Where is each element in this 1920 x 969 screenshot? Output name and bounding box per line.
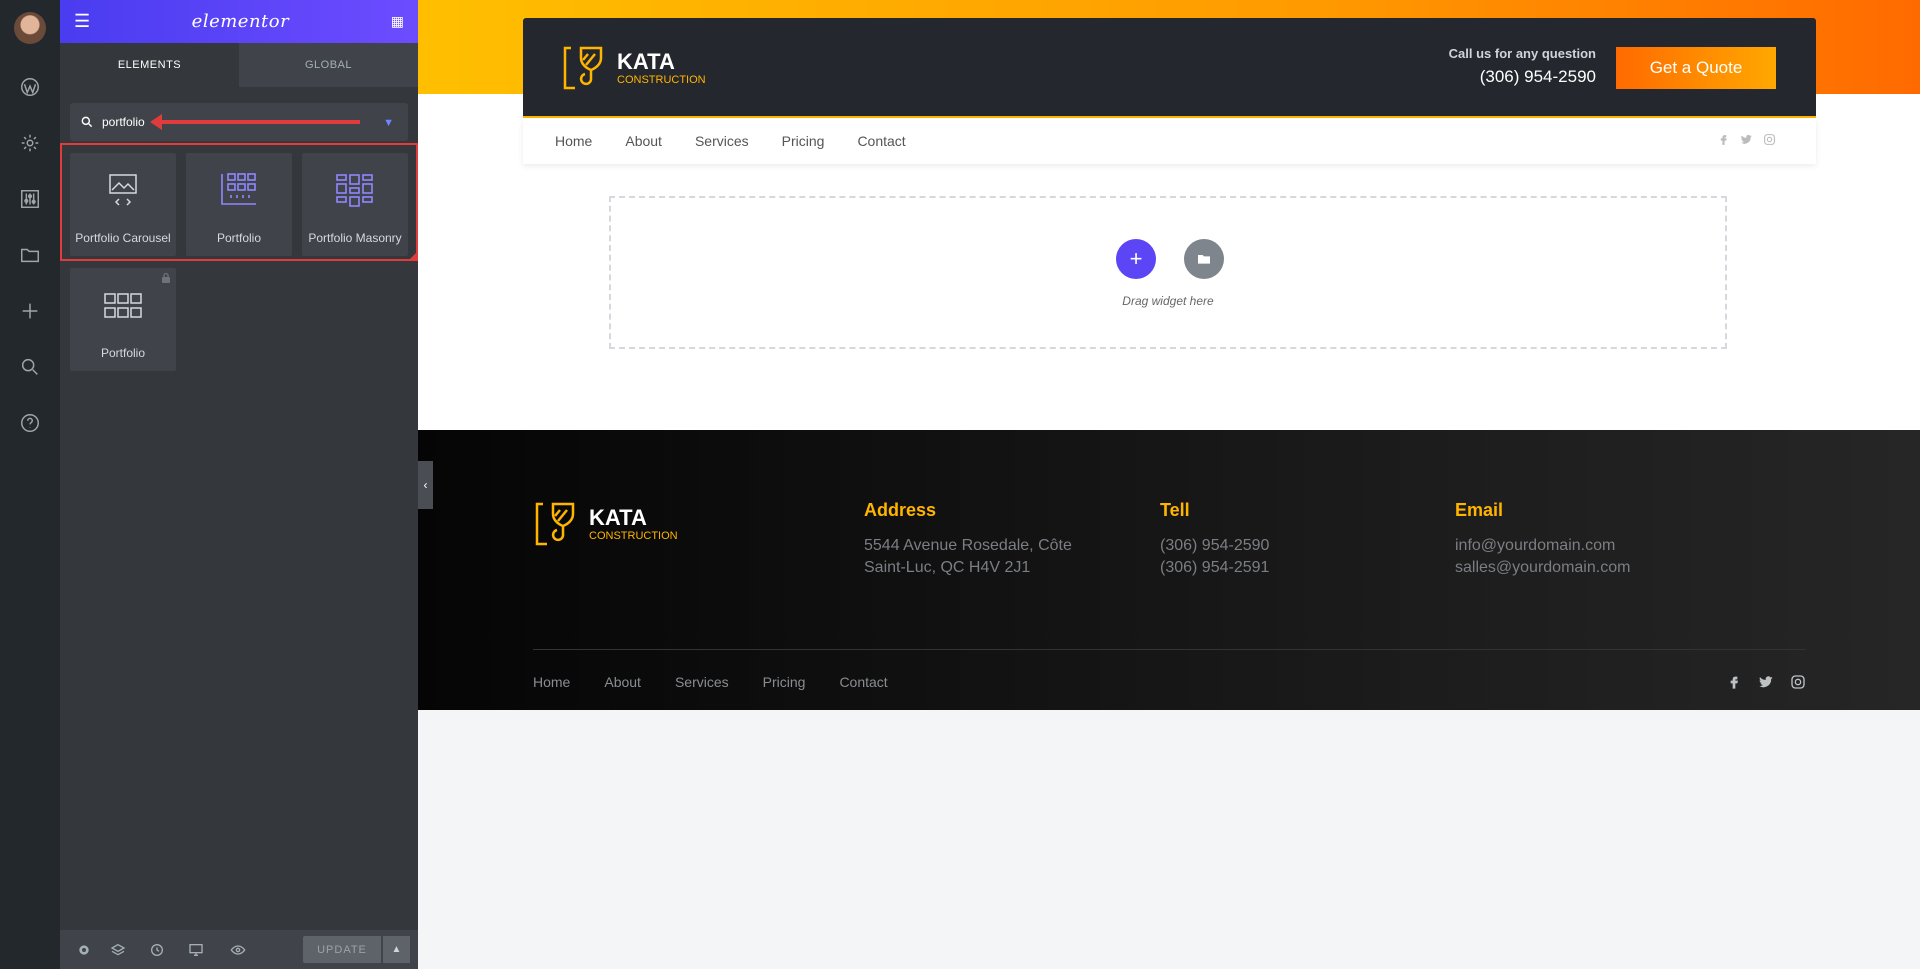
history-icon[interactable] xyxy=(142,930,172,969)
call-info: Call us for any question (306) 954-2590 xyxy=(1448,46,1596,86)
twitter-icon[interactable] xyxy=(1758,674,1774,690)
footer-divider xyxy=(533,649,1806,650)
nav-services[interactable]: Services xyxy=(695,133,749,149)
panel-footer: UPDATE ▲ xyxy=(60,930,418,969)
help-icon[interactable] xyxy=(15,408,45,438)
preview-eye-icon[interactable] xyxy=(220,930,256,969)
search-icon xyxy=(81,116,93,128)
footer-social xyxy=(1726,674,1806,690)
panel-tabs: ELEMENTS GLOBAL xyxy=(60,43,418,94)
footer-address: Address 5544 Avenue Rosedale, Côte Saint-… xyxy=(864,500,1072,576)
footer-nav-contact[interactable]: Contact xyxy=(839,674,887,690)
nav-about[interactable]: About xyxy=(625,133,662,149)
facebook-icon[interactable] xyxy=(1726,674,1742,690)
get-a-quote-button[interactable]: Get a Quote xyxy=(1616,47,1776,89)
drop-hint: Drag widget here xyxy=(1122,294,1214,308)
site-header: KATA CONSTRUCTION Call us for any questi… xyxy=(523,18,1816,118)
widget-portfolio-pro[interactable]: Portfolio xyxy=(70,268,176,371)
add-section-button[interactable]: + xyxy=(1116,239,1156,279)
elementor-editor: ☰ elementor ▦ ELEMENTS GLOBAL portfolio … xyxy=(0,0,1920,969)
preview-canvas: KATA CONSTRUCTION Call us for any questi… xyxy=(418,0,1920,969)
footer-logo[interactable]: KATA CONSTRUCTION xyxy=(533,500,678,548)
lock-icon xyxy=(162,272,170,283)
header-phone: (306) 954-2590 xyxy=(1479,67,1596,86)
wordpress-icon[interactable] xyxy=(15,72,45,102)
template-library-button[interactable] xyxy=(1184,239,1224,279)
instagram-icon[interactable] xyxy=(1790,674,1806,690)
elementor-logo: elementor xyxy=(191,11,290,32)
search-icon[interactable] xyxy=(15,352,45,382)
grid-icon xyxy=(70,286,176,326)
tab-elements[interactable]: ELEMENTS xyxy=(60,43,239,94)
site-footer: KATA CONSTRUCTION Address 5544 Avenue Ro… xyxy=(418,430,1920,710)
settings-icon[interactable] xyxy=(74,930,94,969)
hamburger-menu-icon[interactable]: ☰ xyxy=(74,11,90,32)
nav-home[interactable]: Home xyxy=(555,133,592,149)
widget-search-input[interactable]: portfolio ▼ xyxy=(70,103,408,141)
widgets-grid-icon[interactable]: ▦ xyxy=(391,13,404,30)
footer-email: Email info@yourdomain.com salles@yourdoma… xyxy=(1455,500,1631,576)
instagram-icon[interactable] xyxy=(1763,133,1776,146)
folder-icon xyxy=(1198,255,1210,264)
footer-nav-services[interactable]: Services xyxy=(675,674,729,690)
responsive-desktop-icon[interactable] xyxy=(172,930,220,969)
header-social xyxy=(1717,133,1776,146)
annotation-arrow xyxy=(150,114,360,130)
crane-hook-logo-icon xyxy=(563,46,603,90)
search-results-highlight xyxy=(60,143,418,261)
tab-global[interactable]: GLOBAL xyxy=(239,43,418,87)
chevron-down-icon[interactable]: ▼ xyxy=(383,117,394,129)
add-icon[interactable] xyxy=(15,296,45,326)
twitter-icon[interactable] xyxy=(1740,133,1753,146)
search-value: portfolio xyxy=(102,115,145,129)
footer-tell: Tell (306) 954-2590 (306) 954-2591 xyxy=(1160,500,1270,576)
chevron-up-icon[interactable]: ▲ xyxy=(383,936,410,963)
navigator-layers-icon[interactable] xyxy=(94,930,142,969)
panel-header: ☰ elementor ▦ xyxy=(60,0,418,43)
site-logo[interactable]: KATA CONSTRUCTION xyxy=(561,44,706,92)
footer-nav: Home About Services Pricing Contact xyxy=(533,674,922,690)
update-button[interactable]: UPDATE xyxy=(303,936,381,963)
folder-icon[interactable] xyxy=(15,240,45,270)
facebook-icon[interactable] xyxy=(1717,133,1730,146)
collapse-panel-button[interactable]: ‹ xyxy=(418,461,433,509)
settings-icon[interactable] xyxy=(15,128,45,158)
footer-nav-about[interactable]: About xyxy=(604,674,641,690)
sliders-icon[interactable] xyxy=(15,184,45,214)
site-nav: Home About Services Pricing Contact xyxy=(523,118,1816,164)
footer-nav-pricing[interactable]: Pricing xyxy=(763,674,806,690)
admin-rail xyxy=(0,0,60,969)
crane-hook-logo-icon xyxy=(535,502,575,546)
nav-contact[interactable]: Contact xyxy=(857,133,905,149)
nav-pricing[interactable]: Pricing xyxy=(782,133,825,149)
user-avatar[interactable] xyxy=(14,12,46,44)
widget-drop-zone[interactable]: + Drag widget here xyxy=(609,196,1727,349)
footer-nav-home[interactable]: Home xyxy=(533,674,570,690)
